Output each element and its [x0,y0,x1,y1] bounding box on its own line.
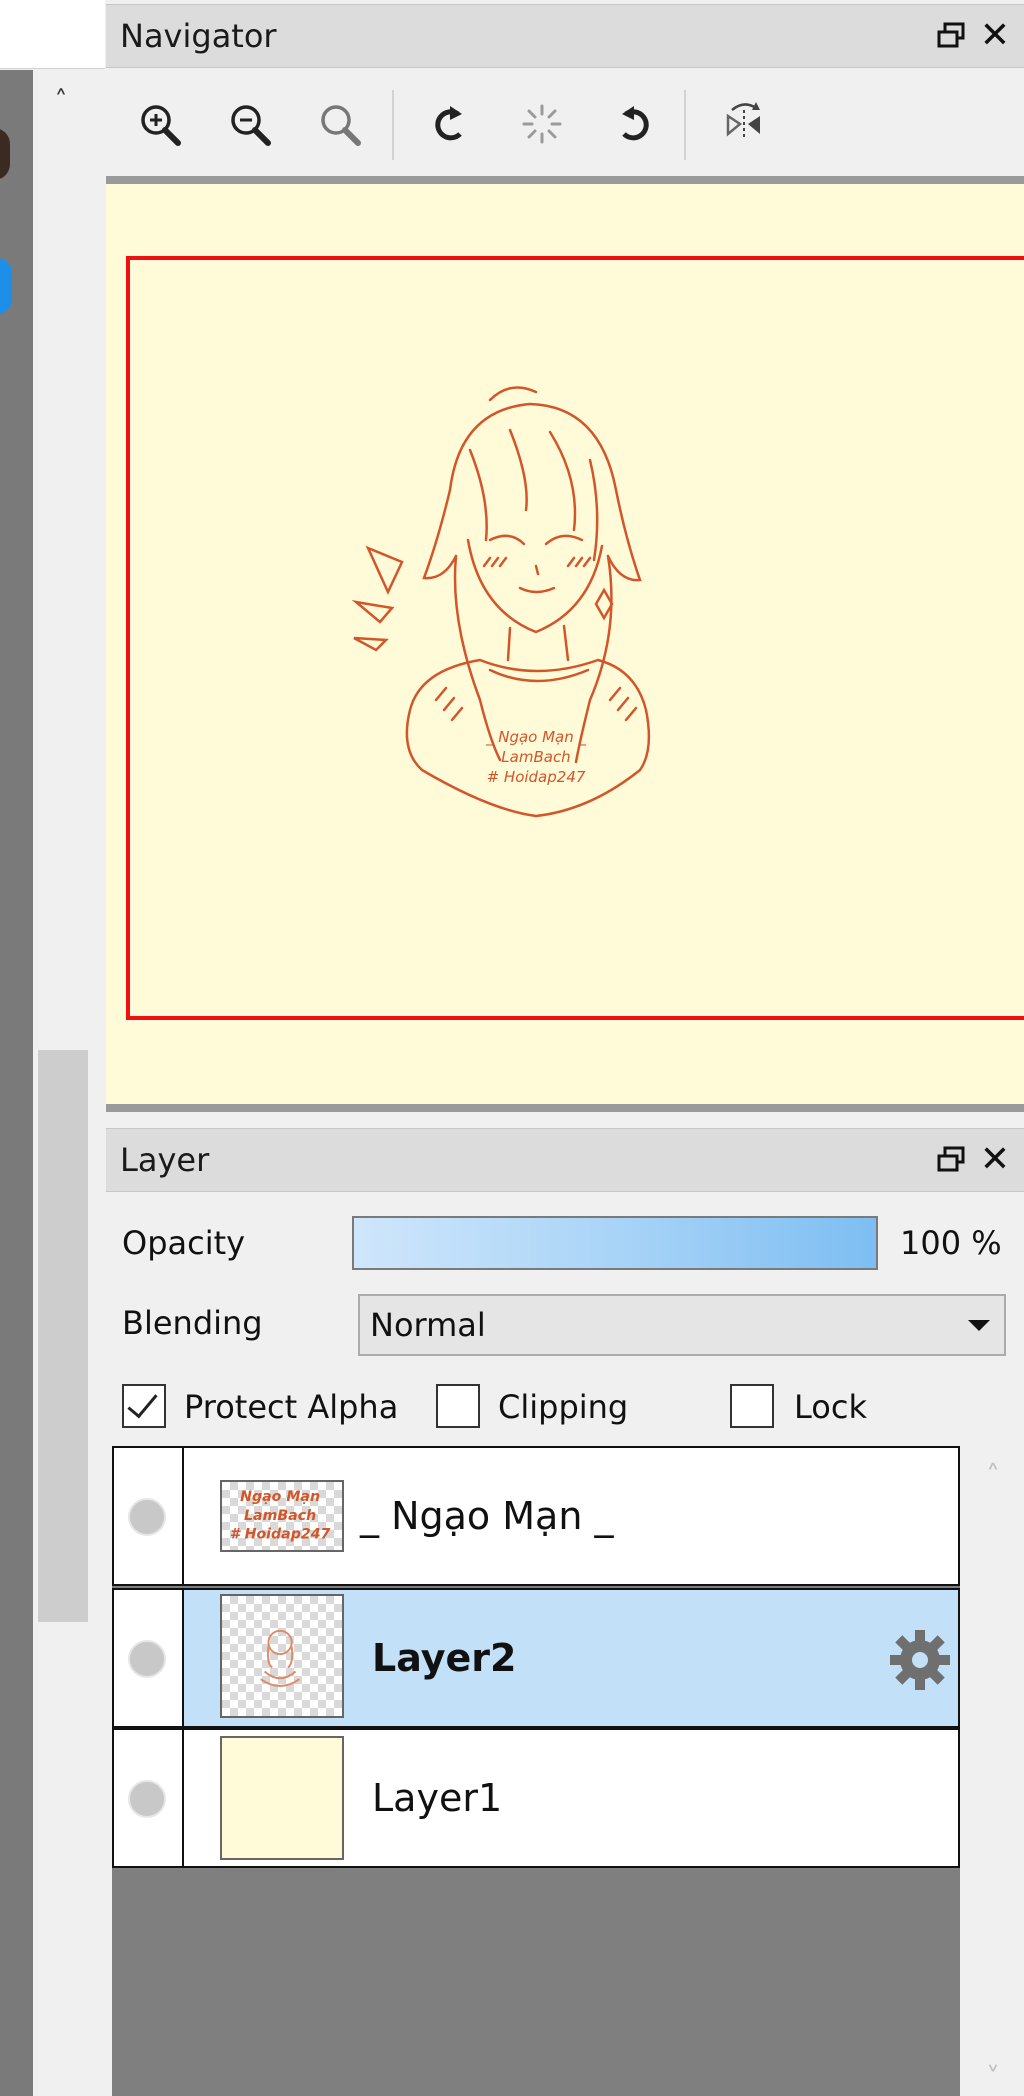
checkmark-icon [127,1386,158,1419]
zoom-out-icon[interactable] [220,92,284,156]
lock-checkbox[interactable] [730,1384,774,1428]
left-blue-badge [0,258,12,314]
navigator-divider [106,176,1024,184]
clipping-label: Clipping [498,1388,629,1426]
layer-thumbnail: Ngạo Mạn LamBach # Hoidap247 [220,1480,344,1552]
visibility-dot-icon [128,1498,166,1536]
rotate-right-icon[interactable] [600,92,664,156]
opacity-label: Opacity [122,1224,246,1262]
left-scrollbar-thumb[interactable] [38,1050,88,1622]
blending-label: Blending [122,1304,263,1342]
left-scroll-up-arrow[interactable]: ˄ [44,86,78,116]
rotate-reset-icon[interactable] [510,92,574,156]
lock-label: Lock [794,1388,867,1426]
layer-thumbnail [220,1594,344,1718]
layer-name: _ Ngạo Mạn _ [360,1494,614,1538]
layer-scrollbar[interactable] [962,1446,1024,2096]
left-panel-header [0,0,105,69]
layer-panel-title: Layer [120,1141,210,1179]
layer-row-body[interactable]: Ngạo Mạn LamBach # Hoidap247 _ Ngạo Mạn … [184,1448,958,1584]
visibility-toggle[interactable] [114,1448,184,1584]
navigator-title: Navigator [120,17,277,55]
rotate-left-icon[interactable] [420,92,484,156]
restore-window-icon[interactable] [936,21,966,51]
layer-titlebar: Layer ✕ [106,1128,1024,1192]
opacity-value: 100 % [900,1224,1002,1262]
visibility-toggle[interactable] [114,1590,184,1726]
close-icon[interactable]: ✕ [974,15,1016,57]
artwork-text-line: # Hoidap247 [487,768,586,786]
thumbnail-text: LamBach [244,1508,316,1524]
protect-alpha-label: Protect Alpha [184,1388,399,1426]
visibility-toggle[interactable] [114,1730,184,1866]
navigator-toolbar [106,70,1024,178]
layer-name: Layer2 [372,1636,517,1680]
thumbnail-text: Ngạo Mạn [240,1489,320,1505]
layer-thumbnail [220,1736,344,1860]
close-icon[interactable]: ✕ [974,1139,1016,1181]
thumbnail-text: # Hoidap247 [230,1527,331,1543]
layer-name: Layer1 [372,1776,503,1820]
artwork-sketch: _ Ngạo Mạn _ LamBach # Hoidap247 [351,386,651,818]
zoom-in-icon[interactable] [130,92,194,156]
toolbar-separator [684,90,686,160]
zoom-reset-icon[interactable] [310,92,374,156]
layer-row-body[interactable]: Layer1 [184,1730,958,1866]
left-panel-background [0,70,33,2096]
navigator-titlebar: Navigator ✕ [106,4,1024,68]
restore-window-icon[interactable] [936,1145,966,1175]
artwork-text-line: LamBach [501,748,570,766]
blending-select[interactable]: Normal [358,1294,1006,1356]
gear-icon[interactable] [886,1626,954,1694]
visibility-dot-icon [128,1640,166,1678]
protect-alpha-checkbox[interactable] [122,1384,166,1428]
layer-scroll-down-arrow[interactable]: ˅ [968,2060,1018,2096]
layer-list: Ngạo Mạn LamBach # Hoidap247 _ Ngạo Mạn … [112,1446,960,2096]
layer-row[interactable]: Ngạo Mạn LamBach # Hoidap247 _ Ngạo Mạn … [112,1446,960,1586]
chevron-down-icon [968,1320,990,1331]
toolbar-separator [392,90,394,160]
clipping-checkbox[interactable] [436,1384,480,1428]
flip-horizontal-icon[interactable] [712,92,776,156]
visibility-dot-icon [128,1780,166,1818]
opacity-slider[interactable] [352,1216,878,1270]
layer-row[interactable]: Layer1 [112,1728,960,1868]
layer-scroll-up-arrow[interactable]: ˄ [968,1458,1018,1494]
layer-row-selected[interactable]: Layer2 [112,1588,960,1728]
layer-row-body[interactable]: Layer2 [184,1590,958,1726]
artwork-text-line: _ Ngạo Mạn _ [485,728,587,747]
blending-value: Normal [370,1306,486,1344]
navigator-bottom-divider [106,1104,1024,1112]
